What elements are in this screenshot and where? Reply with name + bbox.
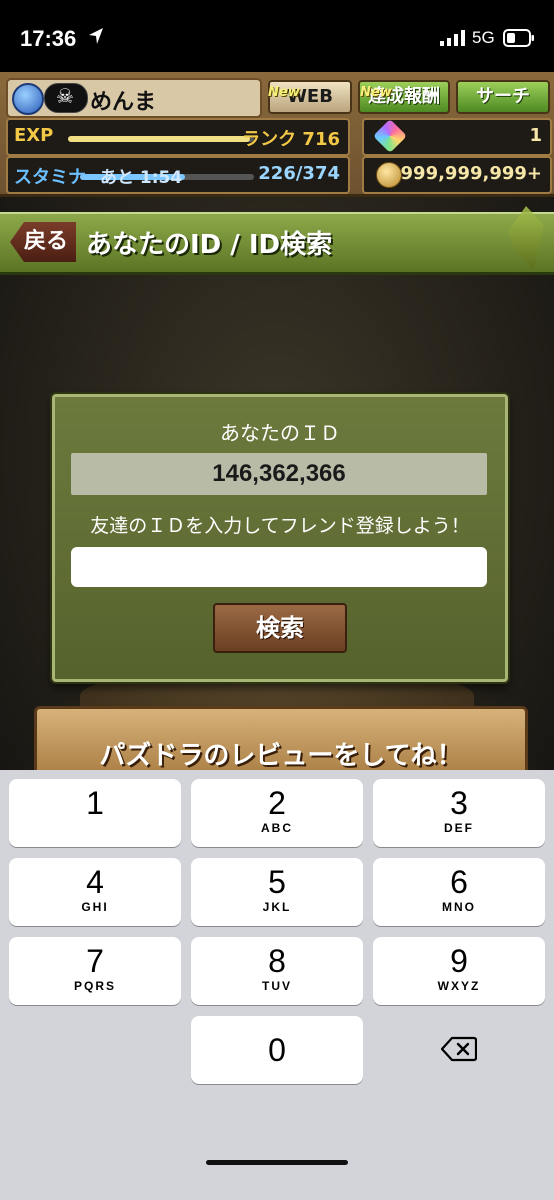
key-digit: 9 [450, 943, 468, 979]
stamina-label: スタミナ [14, 167, 86, 188]
your-id-label: あなたのＩＤ [220, 421, 340, 445]
review-banner[interactable]: パズドラのレビューをしてね！ [34, 706, 528, 770]
key-letters: TUV [262, 979, 292, 993]
id-panel: あなたのＩＤ 146,362,366 友達のＩＤを入力してフレンド登録しよう！ … [52, 394, 508, 682]
coin-count: 999,999,999+ [400, 163, 542, 184]
search-button[interactable]: 検索 [213, 603, 347, 653]
key-digit: 3 [450, 785, 468, 821]
exp-label: EXP [14, 125, 54, 146]
friend-id-input[interactable] [71, 547, 487, 587]
coin-icon [376, 162, 402, 188]
delete-key[interactable] [373, 1016, 545, 1084]
status-time: 17:36 [20, 26, 77, 51]
key-6[interactable]: 6 MNO [373, 858, 545, 926]
backspace-icon [373, 1036, 545, 1066]
key-digit: 2 [268, 785, 286, 821]
key-2[interactable]: 2 ABC [191, 779, 363, 847]
key-3[interactable]: 3 DEF [373, 779, 545, 847]
stamina-timer: あと 1:54 [100, 168, 183, 188]
key-0[interactable]: 0 [191, 1016, 363, 1084]
key-7[interactable]: 7 PQRS [9, 937, 181, 1005]
skull-icon: ☠ [56, 84, 74, 108]
key-digit: 4 [86, 864, 104, 900]
magic-stone-count: 1 [529, 125, 542, 146]
back-button[interactable]: 戻る [10, 222, 76, 262]
player-name: めんま [90, 90, 157, 115]
coin-row: 999,999,999+ [362, 156, 552, 194]
your-id-box: 146,362,366 [71, 453, 487, 495]
new-badge: New [268, 85, 300, 100]
friend-id-prompt: 友達のＩＤを入力してフレンド登録しよう！ [90, 515, 470, 537]
key-1[interactable]: 1 [9, 779, 181, 847]
your-id-value: 146,362,366 [212, 460, 346, 487]
key-9[interactable]: 9 WXYZ [373, 937, 545, 1005]
rank-badge-icon [12, 83, 44, 115]
magic-stone-icon [373, 119, 407, 153]
status-bar: 17:36 5G [0, 0, 554, 72]
key-digit: 1 [86, 785, 104, 821]
game-screen: ☠ めんま New WEB New 達成報酬 サーチ EXP ランク 716 ス… [0, 72, 554, 770]
key-letters: WXYZ [437, 979, 481, 993]
stamina-row: スタミナ あと 1:54 226/374 [6, 156, 350, 194]
review-banner-text: パズドラのレビューをしてね！ [99, 741, 463, 770]
stamina-value: 226/374 [258, 163, 340, 184]
key-letters: DEF [444, 821, 474, 835]
battery-icon [503, 29, 535, 51]
page-title: あなたのID / ID検索 [86, 230, 333, 260]
key-letters: PQRS [73, 979, 116, 993]
network-type: 5G [472, 28, 495, 47]
location-arrow-icon [88, 27, 104, 49]
key-4[interactable]: 4 GHI [9, 858, 181, 926]
key-digit: 8 [268, 943, 286, 979]
search-menu-button[interactable]: サーチ [456, 80, 550, 114]
web-button[interactable]: New WEB [268, 80, 352, 114]
search-menu-label: サーチ [476, 86, 530, 107]
title-bar: 戻る あなたのID / ID検索 [0, 206, 554, 275]
signal-bars-icon [440, 30, 466, 50]
key-digit: 6 [450, 864, 468, 900]
player-name-box[interactable]: ☠ めんま [6, 78, 262, 118]
avatar: ☠ [44, 83, 88, 113]
dragon-wing-icon [508, 206, 544, 270]
numeric-keypad: 1 2 ABC 3 DEF 4 GHI 5 JKL 6 MNO 7 PQRS 8… [0, 770, 554, 1200]
achievements-button[interactable]: New 達成報酬 [358, 80, 450, 114]
key-letters: JKL [262, 900, 292, 914]
key-letters: GHI [81, 900, 109, 914]
exp-row: EXP ランク 716 [6, 118, 350, 156]
new-badge: New [360, 85, 392, 100]
key-digit: 7 [86, 943, 104, 979]
key-5[interactable]: 5 JKL [191, 858, 363, 926]
key-letters: MNO [442, 900, 476, 914]
key-digit: 5 [268, 864, 286, 900]
magic-stone-row[interactable]: 1 [362, 118, 552, 156]
exp-bar-fill [68, 136, 251, 142]
rank-text: ランク 716 [242, 129, 340, 150]
key-letters: ABC [261, 821, 293, 835]
player-hud: ☠ めんま New WEB New 達成報酬 サーチ EXP ランク 716 ス… [0, 72, 554, 197]
home-indicator[interactable] [206, 1160, 348, 1165]
key-digit: 0 [268, 1032, 286, 1068]
exp-bar [68, 136, 254, 142]
key-8[interactable]: 8 TUV [191, 937, 363, 1005]
